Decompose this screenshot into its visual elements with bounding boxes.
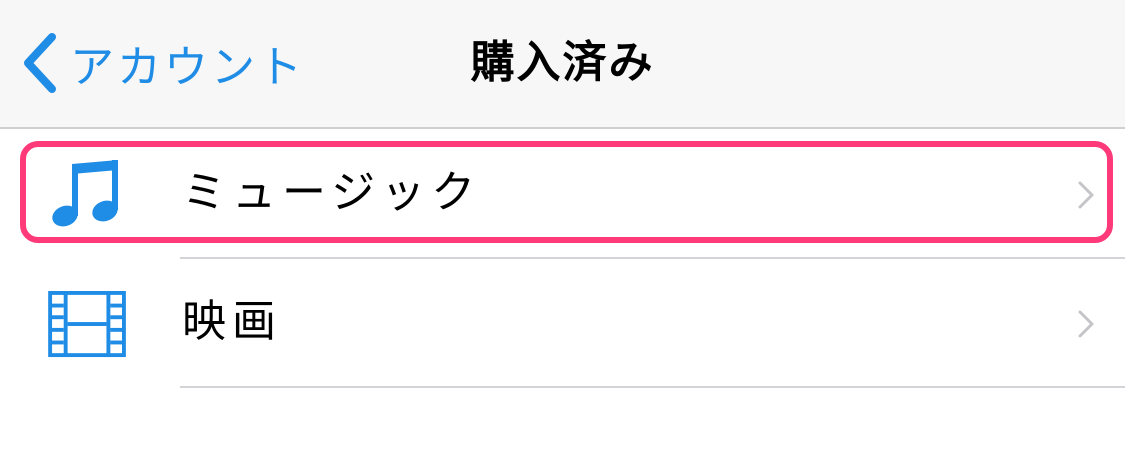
chevron-right-icon: [1078, 310, 1094, 338]
navigation-bar: アカウント 購入済み: [0, 0, 1125, 129]
purchased-screen: アカウント 購入済み ミュージック 映画: [0, 0, 1125, 475]
chevron-right-icon: [1078, 181, 1094, 209]
list-item-music[interactable]: ミュージック: [0, 130, 1125, 258]
chevron-left-icon: [24, 33, 56, 93]
list-item-label: ミュージック: [182, 167, 482, 218]
list-item-label: 映画: [182, 296, 282, 347]
film-strip-icon: [48, 291, 126, 358]
list-item-movies[interactable]: 映画: [0, 259, 1125, 387]
row-separator: [180, 386, 1125, 388]
back-button-label: アカウント: [70, 42, 305, 93]
music-note-icon: [52, 160, 118, 227]
back-button[interactable]: アカウント: [18, 28, 305, 98]
